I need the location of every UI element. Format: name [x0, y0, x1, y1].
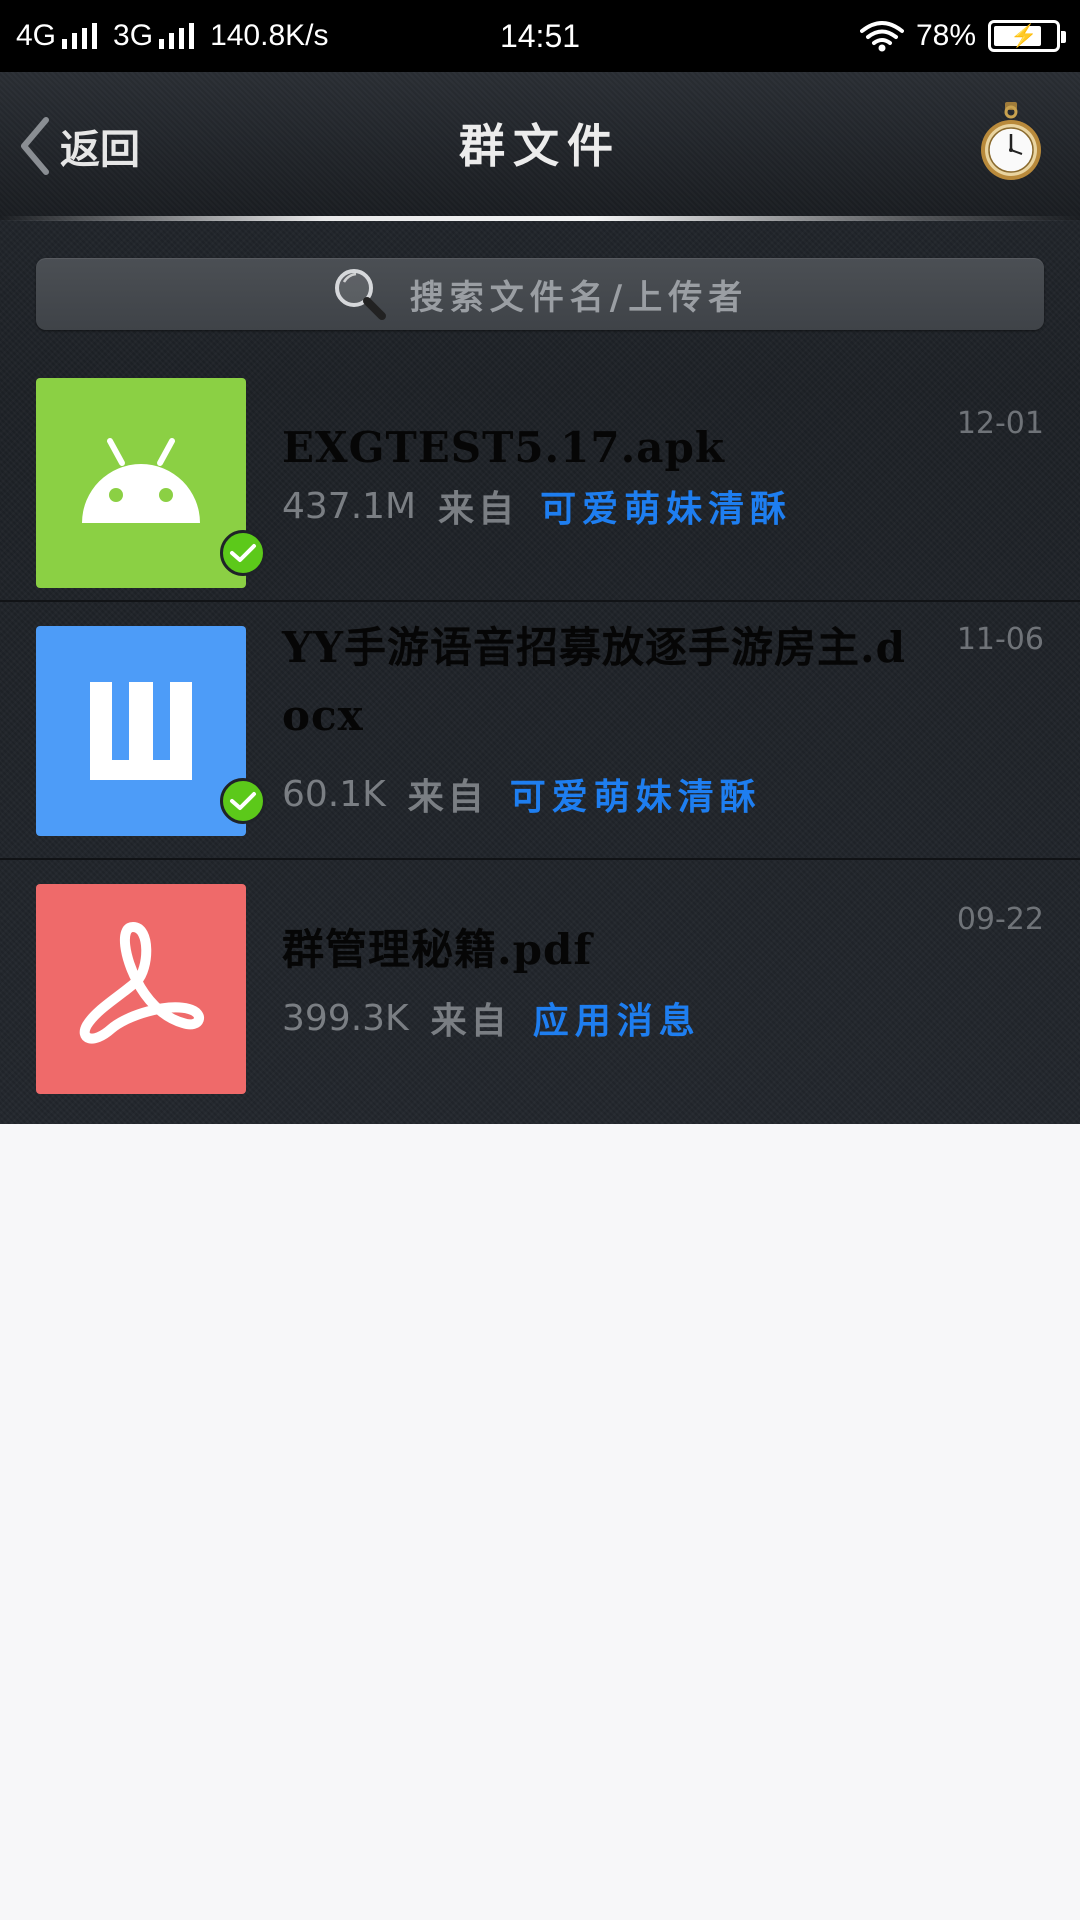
- from-label: 来自: [430, 1000, 511, 1042]
- from-label: 来自: [438, 488, 519, 530]
- network-3g: 3G: [113, 19, 200, 53]
- file-thumbnail: [36, 378, 246, 588]
- network-4g: 4G: [16, 19, 103, 53]
- network-4g-label: 4G: [16, 19, 57, 52]
- title-divider: [0, 216, 1080, 221]
- title-bar: 返回 群文件: [0, 72, 1080, 220]
- status-left: 4G 3G 140.8K/s: [16, 0, 328, 72]
- file-date: 11-06: [956, 622, 1044, 657]
- downloaded-check-icon: [220, 778, 266, 824]
- file-meta: 399.3K 来自 应用消息: [282, 984, 701, 1052]
- file-row[interactable]: 群管理秘籍.pdf 399.3K 来自 应用消息 09-22: [0, 860, 1080, 1118]
- search-icon: [334, 269, 386, 320]
- search-placeholder: 搜索文件名/上传者: [409, 277, 749, 318]
- uploader-link[interactable]: 可爱萌妹清酥: [510, 768, 762, 820]
- group-files-screen: 返回 群文件 搜索文件名/上传者 EXGTEST5.17.apk 437.1M …: [0, 72, 1080, 1124]
- status-right: 78% ⚡: [859, 0, 1066, 72]
- wifi-icon: [859, 21, 904, 52]
- downloaded-check-icon: [220, 530, 266, 576]
- file-size: 399.3K: [282, 997, 409, 1039]
- word-document-icon: [90, 682, 192, 780]
- page-title: 群文件: [459, 119, 621, 173]
- from-label: 来自: [407, 776, 488, 818]
- file-thumbnail: [36, 626, 246, 836]
- android-icon: [82, 438, 200, 523]
- file-row[interactable]: EXGTEST5.17.apk 437.1M 来自 可爱萌妹清酥 12-01: [0, 364, 1080, 602]
- charging-bolt-icon: ⚡: [1010, 23, 1038, 48]
- network-3g-label: 3G: [113, 19, 154, 52]
- pocket-watch-button[interactable]: [978, 100, 1044, 184]
- status-bar: 4G 3G 140.8K/s 14:51 78% ⚡: [0, 0, 1080, 72]
- signal-bars-icon: [159, 23, 195, 49]
- uploader-link[interactable]: 应用消息: [533, 992, 701, 1044]
- search-input[interactable]: 搜索文件名/上传者: [36, 258, 1044, 330]
- file-row[interactable]: YY手游语音招募放逐手游房主.docx 60.1K 来自 可爱萌妹清酥 11-0…: [0, 602, 1080, 860]
- file-size: 60.1K: [282, 773, 386, 815]
- file-name: 群管理秘籍.pdf: [282, 925, 593, 974]
- network-speed: 140.8K/s: [210, 19, 329, 52]
- pocket-watch-icon: [981, 102, 1041, 180]
- file-meta: 60.1K 来自 可爱萌妹清酥: [282, 760, 762, 828]
- battery-percent: 78%: [915, 19, 976, 52]
- empty-content-area: [0, 1124, 1080, 1920]
- signal-bars-icon: [62, 23, 98, 49]
- file-date: 09-22: [956, 902, 1044, 937]
- file-meta: 437.1M 来自 可爱萌妹清酥: [282, 472, 792, 540]
- battery-icon: ⚡: [988, 20, 1066, 52]
- file-size: 437.1M: [282, 485, 417, 527]
- uploader-link[interactable]: 可爱萌妹清酥: [540, 480, 792, 532]
- file-name: YY手游语音招募放逐手游房主.docx: [282, 623, 906, 740]
- pdf-acrobat-icon: [79, 922, 204, 1044]
- file-list: EXGTEST5.17.apk 437.1M 来自 可爱萌妹清酥 12-01 Y…: [0, 364, 1080, 1118]
- file-thumbnail: [36, 884, 246, 1094]
- file-date: 12-01: [956, 406, 1044, 441]
